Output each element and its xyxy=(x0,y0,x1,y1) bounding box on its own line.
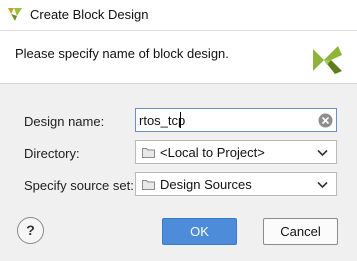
chevron-down-icon[interactable] xyxy=(317,149,328,157)
xilinx-logo-icon xyxy=(313,46,342,74)
directory-value: <Local to Project> xyxy=(160,145,265,160)
header-instruction: Please specify name of block design. xyxy=(15,46,229,61)
folder-icon xyxy=(142,148,155,158)
text-cursor xyxy=(180,112,181,128)
folder-icon xyxy=(142,180,155,190)
window-title: Create Block Design xyxy=(30,7,149,22)
ok-button[interactable]: OK xyxy=(162,218,237,245)
design-name-label: Design name: xyxy=(24,114,105,129)
source-set-value: Design Sources xyxy=(160,177,252,192)
dialog-header: Please specify name of block design. xyxy=(0,31,357,83)
vivado-logo-icon xyxy=(8,8,22,21)
design-name-input[interactable]: rtos_tcp xyxy=(135,108,337,132)
chevron-down-icon[interactable] xyxy=(317,181,328,189)
directory-label: Directory: xyxy=(24,146,80,161)
design-name-value[interactable]: rtos_tcp xyxy=(139,113,185,128)
header-divider xyxy=(0,83,357,84)
clear-icon[interactable] xyxy=(318,113,333,128)
directory-select[interactable]: <Local to Project> xyxy=(135,140,337,164)
help-button[interactable]: ? xyxy=(17,217,44,244)
source-set-select[interactable]: Design Sources xyxy=(135,172,337,196)
cancel-button[interactable]: Cancel xyxy=(263,218,338,245)
source-set-label: Specify source set: xyxy=(24,178,134,193)
title-bar: Create Block Design xyxy=(0,0,357,31)
